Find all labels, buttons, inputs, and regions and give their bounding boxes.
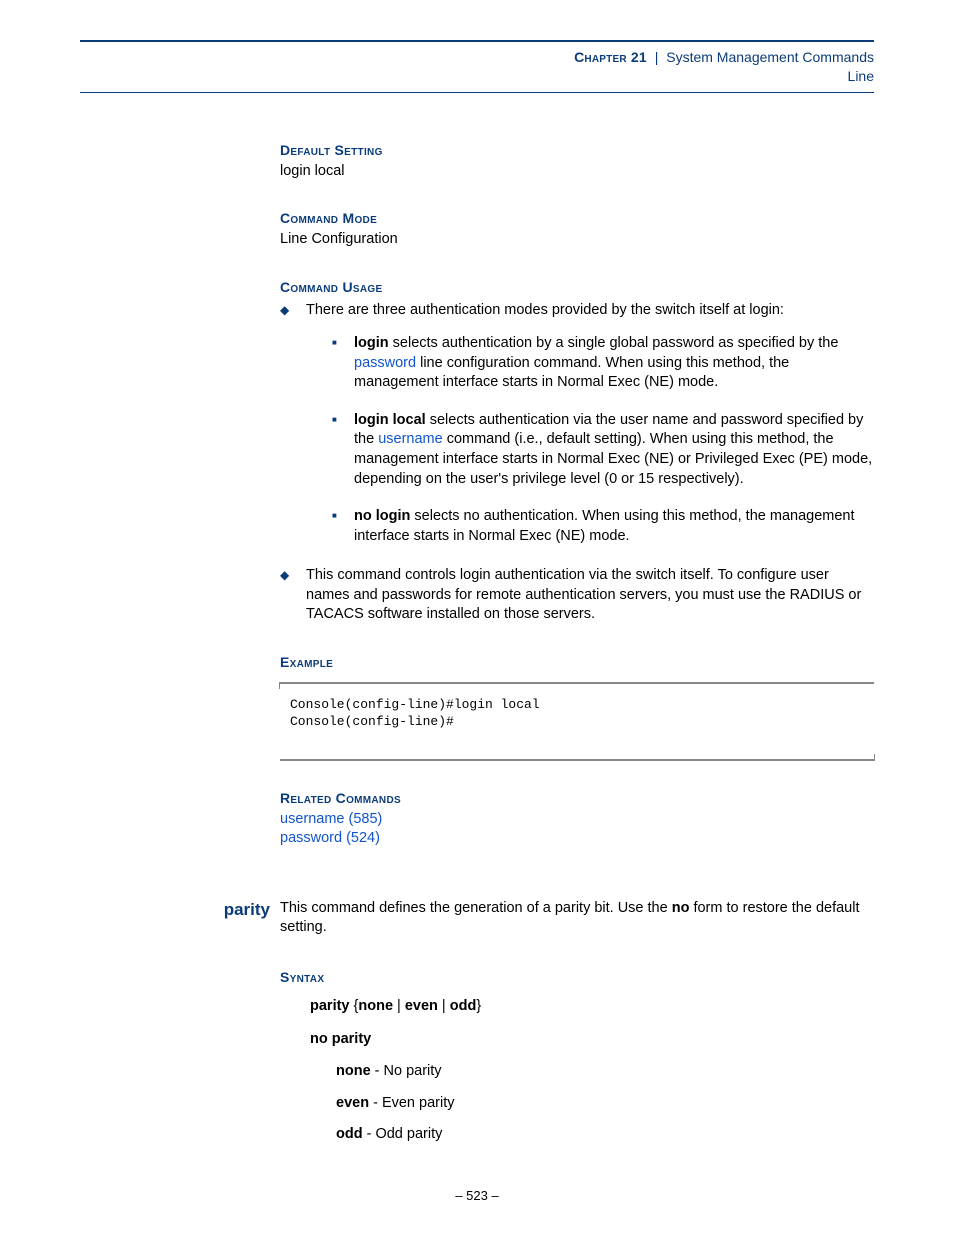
- usage-second-text: This command controls login authenticati…: [306, 566, 874, 625]
- usage-bullet-1: ◆ There are three authentication modes p…: [280, 301, 874, 547]
- diamond-icon: ◆: [280, 566, 306, 625]
- default-setting-text: login local: [280, 162, 874, 182]
- command-name-parity: parity: [80, 899, 280, 922]
- link-username-inline[interactable]: username: [378, 431, 442, 447]
- section-command-mode: Command Mode: [280, 209, 874, 228]
- link-username[interactable]: username (585): [280, 811, 382, 827]
- section-default-setting: Default Setting: [280, 141, 874, 160]
- link-password-inline[interactable]: password: [354, 355, 416, 371]
- diamond-icon: ◆: [280, 301, 306, 547]
- header-sub: Line: [848, 68, 874, 84]
- square-icon: ■: [332, 411, 354, 489]
- square-icon: ■: [332, 507, 354, 546]
- syntax-opt-odd: odd - Odd parity: [336, 1125, 874, 1145]
- command-parity: parity This command defines the generati…: [80, 899, 874, 1145]
- example-code-block: Console(config-line)#login local Console…: [280, 682, 874, 761]
- syntax-opt-none: none - No parity: [336, 1062, 874, 1082]
- page-header: Chapter 21 | System Management Commands …: [0, 0, 954, 93]
- kw-no-login: no login: [354, 508, 410, 524]
- usage-bullet-2: ◆ This command controls login authentica…: [280, 566, 874, 625]
- syntax-no-parity: no parity: [310, 1030, 874, 1050]
- usage-intro: There are three authentication modes pro…: [306, 302, 784, 318]
- usage-sub-login-local: ■ login local selects authentication via…: [332, 411, 874, 489]
- section-command-usage: Command Usage: [280, 278, 874, 297]
- square-icon: ■: [332, 334, 354, 393]
- usage-sub-no-login: ■ no login selects no authentication. Wh…: [332, 507, 874, 546]
- header-divider: |: [651, 49, 663, 65]
- syntax-opt-even: even - Even parity: [336, 1094, 874, 1114]
- syntax-parity: parity {none | even | odd}: [310, 997, 874, 1017]
- section-syntax: Syntax: [280, 968, 874, 987]
- page-number: – 523 –: [0, 1187, 954, 1205]
- usage-sub-login: ■ login selects authentication by a sing…: [332, 334, 874, 393]
- kw-login: login: [354, 335, 389, 351]
- section-example: Example: [280, 653, 874, 672]
- kw-login-local: login local: [354, 412, 426, 428]
- chapter-label: Chapter 21: [574, 49, 647, 65]
- command-mode-text: Line Configuration: [280, 230, 874, 250]
- section-related-commands: Related Commands: [280, 789, 874, 808]
- chapter-title: System Management Commands: [666, 49, 874, 65]
- link-password[interactable]: password (524): [280, 830, 380, 846]
